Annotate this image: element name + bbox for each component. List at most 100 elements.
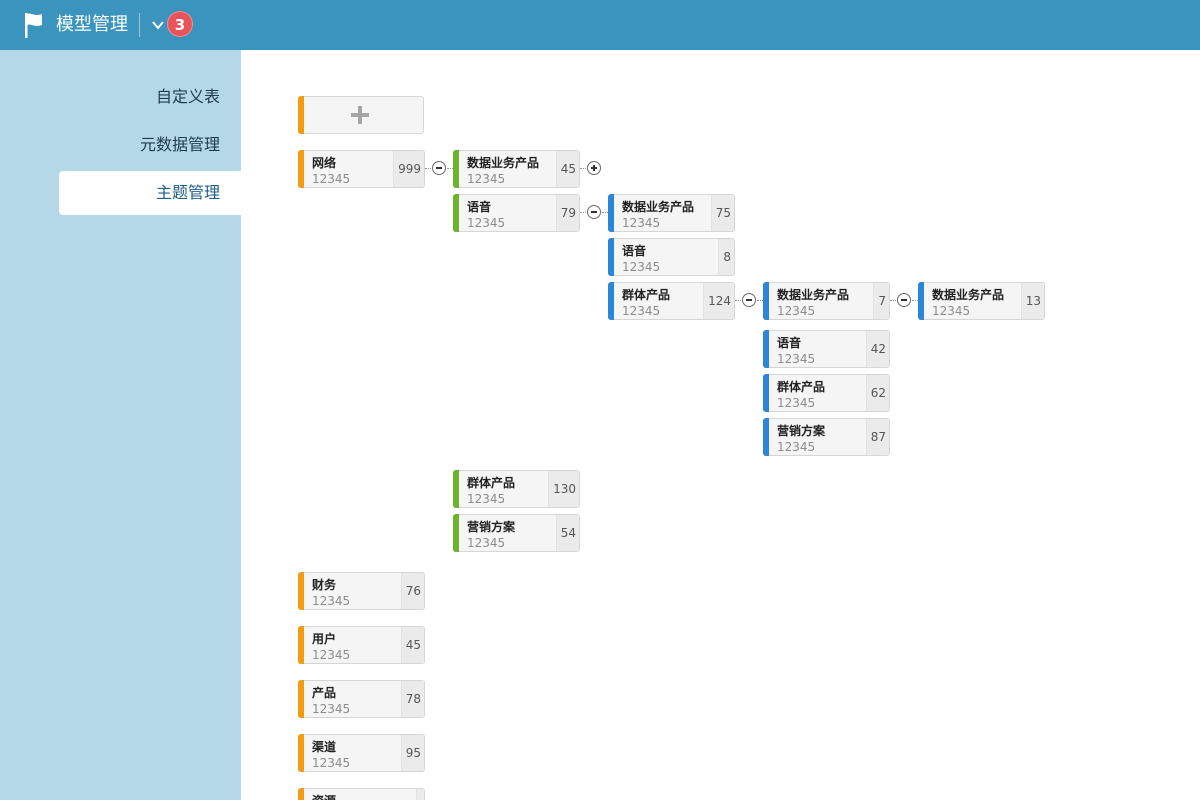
chevron-down-icon[interactable] bbox=[150, 17, 166, 33]
node-count: 76 bbox=[400, 573, 424, 609]
add-node-stripe bbox=[298, 96, 304, 134]
node-code: 12345 bbox=[312, 594, 351, 608]
node-stripe bbox=[608, 238, 614, 276]
sidebar-item-custom-table[interactable]: 自定义表 bbox=[59, 75, 241, 119]
tree-node-group-products[interactable]: 群体产品 12345 130 bbox=[453, 470, 580, 508]
node-name: 语音 bbox=[622, 244, 647, 258]
notification-badge[interactable]: 3 bbox=[167, 11, 193, 37]
flag-icon bbox=[25, 13, 42, 38]
tree-node-user[interactable]: 用户 12345 45 bbox=[298, 626, 425, 664]
collapse-toggle-icon[interactable] bbox=[587, 205, 601, 219]
node-code: 12345 bbox=[312, 756, 351, 770]
node-code: 12345 bbox=[467, 536, 506, 550]
tree-node-voice-voice[interactable]: 语音 12345 8 bbox=[608, 238, 735, 276]
node-stripe bbox=[763, 374, 769, 412]
node-name: 财务 bbox=[312, 578, 337, 592]
tree-node-resource[interactable]: 资源 bbox=[298, 788, 425, 800]
node-count: 42 bbox=[865, 331, 889, 367]
node-stripe bbox=[608, 282, 614, 320]
node-count: 130 bbox=[548, 471, 579, 507]
node-stripe bbox=[608, 194, 614, 232]
node-stripe bbox=[763, 282, 769, 320]
node-code: 12345 bbox=[467, 492, 506, 506]
node-code: 12345 bbox=[777, 352, 816, 366]
node-stripe bbox=[298, 788, 304, 800]
node-count: 79 bbox=[555, 195, 579, 231]
node-name: 数据业务产品 bbox=[622, 200, 695, 214]
node-count: 13 bbox=[1020, 283, 1044, 319]
node-code: 12345 bbox=[622, 260, 661, 274]
node-name: 语音 bbox=[777, 336, 802, 350]
node-name: 网络 bbox=[312, 156, 337, 170]
tree-node-marketing-plan[interactable]: 营销方案 12345 54 bbox=[453, 514, 580, 552]
collapse-toggle-icon[interactable] bbox=[742, 293, 756, 307]
node-name: 营销方案 bbox=[777, 424, 826, 438]
node-code: 12345 bbox=[467, 172, 506, 186]
node-code: 12345 bbox=[777, 396, 816, 410]
connector-line bbox=[890, 300, 896, 301]
connector-line bbox=[425, 168, 431, 169]
node-stripe bbox=[298, 572, 304, 610]
node-count: 75 bbox=[710, 195, 734, 231]
node-name: 渠道 bbox=[312, 740, 337, 754]
node-code: 12345 bbox=[312, 648, 351, 662]
tree-node-group-data-business[interactable]: 数据业务产品 12345 7 bbox=[763, 282, 890, 320]
node-name: 数据业务产品 bbox=[777, 288, 850, 302]
connector-line bbox=[580, 212, 586, 213]
connector-line bbox=[580, 168, 586, 169]
tree-node-group-voice[interactable]: 语音 12345 42 bbox=[763, 330, 890, 368]
node-stripe bbox=[918, 282, 924, 320]
node-count: 999 bbox=[393, 151, 424, 187]
node-stripe bbox=[453, 194, 459, 232]
tree-node-channel[interactable]: 渠道 12345 95 bbox=[298, 734, 425, 772]
node-code: 12345 bbox=[467, 216, 506, 230]
node-count: 45 bbox=[400, 627, 424, 663]
node-stripe bbox=[763, 330, 769, 368]
sidebar-item-theme-management[interactable]: 主题管理 bbox=[59, 171, 241, 215]
node-name: 群体产品 bbox=[467, 476, 516, 490]
connector-line bbox=[735, 300, 741, 301]
node-count: 45 bbox=[555, 151, 579, 187]
node-stripe bbox=[298, 150, 304, 188]
node-stripe bbox=[453, 514, 459, 552]
node-count: 78 bbox=[400, 681, 424, 717]
node-count: 95 bbox=[400, 735, 424, 771]
node-count: 62 bbox=[865, 375, 889, 411]
node-count bbox=[416, 789, 424, 800]
tree-node-group-marketing-plan[interactable]: 营销方案 12345 87 bbox=[763, 418, 890, 456]
tree-node-product[interactable]: 产品 12345 78 bbox=[298, 680, 425, 718]
app-title: 模型管理 bbox=[56, 14, 128, 35]
node-name: 群体产品 bbox=[777, 380, 826, 394]
tree-node-voice-data-business[interactable]: 数据业务产品 12345 75 bbox=[608, 194, 735, 232]
node-name: 产品 bbox=[312, 686, 337, 700]
node-name: 营销方案 bbox=[467, 520, 516, 534]
node-stripe bbox=[298, 734, 304, 772]
tree-node-group-group-products[interactable]: 群体产品 12345 62 bbox=[763, 374, 890, 412]
tree-node-group-data-data-business[interactable]: 数据业务产品 12345 13 bbox=[918, 282, 1045, 320]
node-stripe bbox=[763, 418, 769, 456]
node-code: 12345 bbox=[312, 702, 351, 716]
expand-toggle-icon[interactable] bbox=[587, 161, 601, 175]
collapse-toggle-icon[interactable] bbox=[897, 293, 911, 307]
node-code: 12345 bbox=[622, 304, 661, 318]
node-count: 54 bbox=[555, 515, 579, 551]
node-code: 12345 bbox=[312, 172, 351, 186]
node-stripe bbox=[453, 470, 459, 508]
tree-node-network[interactable]: 网络 12345 999 bbox=[298, 150, 425, 188]
node-name: 语音 bbox=[467, 200, 492, 214]
node-stripe bbox=[298, 680, 304, 718]
tree-node-voice-group-products[interactable]: 群体产品 12345 124 bbox=[608, 282, 735, 320]
node-name: 数据业务产品 bbox=[932, 288, 1005, 302]
node-name: 资源 bbox=[312, 792, 336, 800]
tree-node-voice[interactable]: 语音 12345 79 bbox=[453, 194, 580, 232]
node-count: 124 bbox=[703, 283, 734, 319]
tree-node-data-business[interactable]: 数据业务产品 12345 45 bbox=[453, 150, 580, 188]
sidebar: 自定义表 元数据管理 主题管理 bbox=[0, 50, 241, 800]
sidebar-item-metadata[interactable]: 元数据管理 bbox=[59, 123, 241, 167]
node-name: 用户 bbox=[312, 632, 337, 646]
node-code: 12345 bbox=[777, 304, 816, 318]
node-count: 7 bbox=[873, 283, 889, 319]
collapse-toggle-icon[interactable] bbox=[432, 161, 446, 175]
tree-node-finance[interactable]: 财务 12345 76 bbox=[298, 572, 425, 610]
add-node-button[interactable] bbox=[298, 96, 424, 134]
